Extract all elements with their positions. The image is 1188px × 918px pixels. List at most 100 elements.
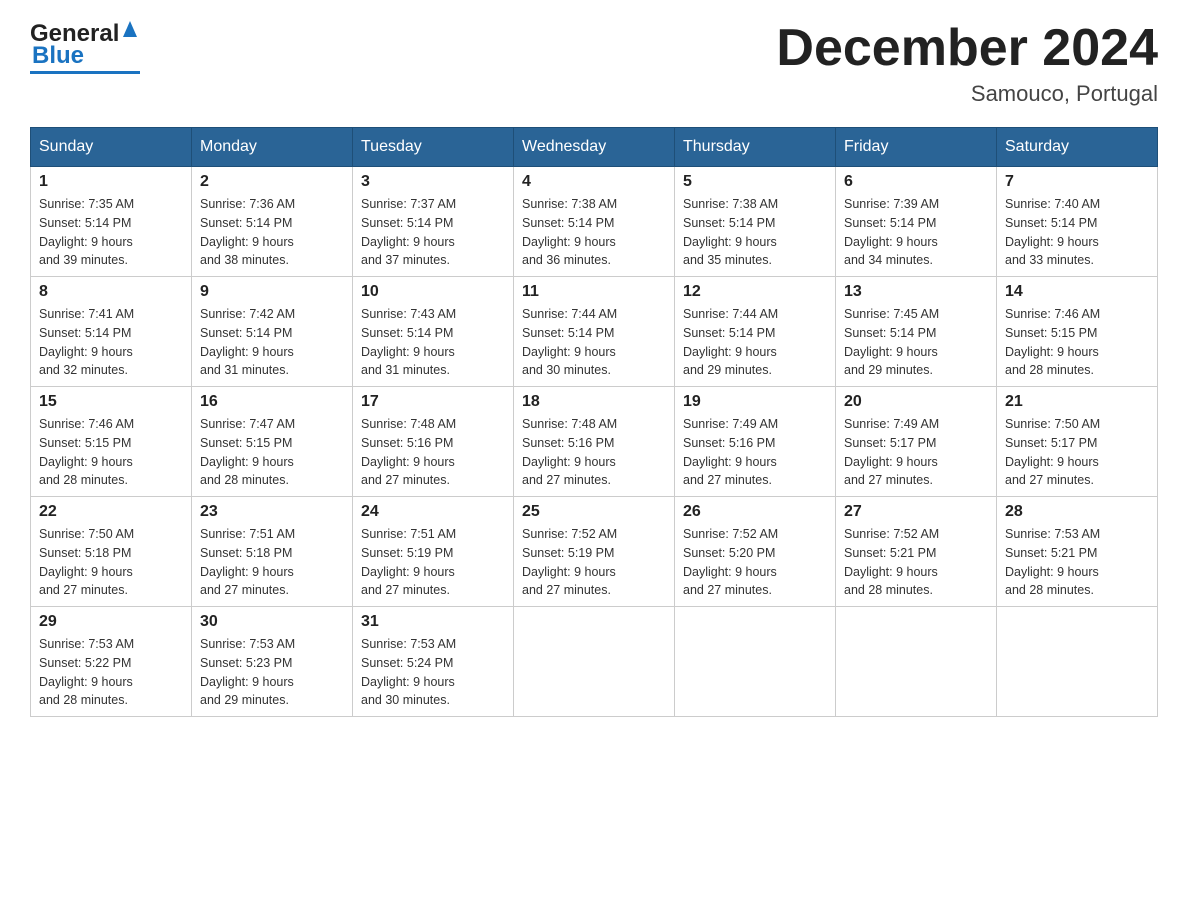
table-row: 21 Sunrise: 7:50 AMSunset: 5:17 PMDaylig… xyxy=(997,387,1158,497)
table-row: 4 Sunrise: 7:38 AMSunset: 5:14 PMDayligh… xyxy=(514,167,675,277)
day-info: Sunrise: 7:39 AMSunset: 5:14 PMDaylight:… xyxy=(844,195,988,270)
title-area: December 2024 Samouco, Portugal xyxy=(776,20,1158,107)
day-info: Sunrise: 7:52 AMSunset: 5:21 PMDaylight:… xyxy=(844,525,988,600)
table-row: 9 Sunrise: 7:42 AMSunset: 5:14 PMDayligh… xyxy=(192,277,353,387)
day-info: Sunrise: 7:40 AMSunset: 5:14 PMDaylight:… xyxy=(1005,195,1149,270)
calendar-week-row: 22 Sunrise: 7:50 AMSunset: 5:18 PMDaylig… xyxy=(31,497,1158,607)
day-info: Sunrise: 7:44 AMSunset: 5:14 PMDaylight:… xyxy=(683,305,827,380)
table-row: 2 Sunrise: 7:36 AMSunset: 5:14 PMDayligh… xyxy=(192,167,353,277)
day-number: 28 xyxy=(1005,503,1149,521)
table-row: 19 Sunrise: 7:49 AMSunset: 5:16 PMDaylig… xyxy=(675,387,836,497)
day-number: 27 xyxy=(844,503,988,521)
table-row: 14 Sunrise: 7:46 AMSunset: 5:15 PMDaylig… xyxy=(997,277,1158,387)
day-number: 9 xyxy=(200,283,344,301)
day-info: Sunrise: 7:53 AMSunset: 5:23 PMDaylight:… xyxy=(200,635,344,710)
col-thursday: Thursday xyxy=(675,128,836,167)
col-friday: Friday xyxy=(836,128,997,167)
table-row xyxy=(675,607,836,717)
table-row: 7 Sunrise: 7:40 AMSunset: 5:14 PMDayligh… xyxy=(997,167,1158,277)
day-number: 29 xyxy=(39,613,183,631)
day-number: 11 xyxy=(522,283,666,301)
table-row: 24 Sunrise: 7:51 AMSunset: 5:19 PMDaylig… xyxy=(353,497,514,607)
day-info: Sunrise: 7:46 AMSunset: 5:15 PMDaylight:… xyxy=(1005,305,1149,380)
calendar-header-row: Sunday Monday Tuesday Wednesday Thursday… xyxy=(31,128,1158,167)
day-info: Sunrise: 7:44 AMSunset: 5:14 PMDaylight:… xyxy=(522,305,666,380)
calendar-table: Sunday Monday Tuesday Wednesday Thursday… xyxy=(30,127,1158,717)
table-row: 27 Sunrise: 7:52 AMSunset: 5:21 PMDaylig… xyxy=(836,497,997,607)
day-number: 2 xyxy=(200,173,344,191)
day-info: Sunrise: 7:53 AMSunset: 5:22 PMDaylight:… xyxy=(39,635,183,710)
table-row xyxy=(836,607,997,717)
day-info: Sunrise: 7:38 AMSunset: 5:14 PMDaylight:… xyxy=(683,195,827,270)
table-row: 28 Sunrise: 7:53 AMSunset: 5:21 PMDaylig… xyxy=(997,497,1158,607)
day-number: 12 xyxy=(683,283,827,301)
table-row: 18 Sunrise: 7:48 AMSunset: 5:16 PMDaylig… xyxy=(514,387,675,497)
month-title: December 2024 xyxy=(776,20,1158,77)
table-row: 25 Sunrise: 7:52 AMSunset: 5:19 PMDaylig… xyxy=(514,497,675,607)
day-info: Sunrise: 7:36 AMSunset: 5:14 PMDaylight:… xyxy=(200,195,344,270)
day-info: Sunrise: 7:49 AMSunset: 5:17 PMDaylight:… xyxy=(844,415,988,490)
day-info: Sunrise: 7:51 AMSunset: 5:18 PMDaylight:… xyxy=(200,525,344,600)
day-info: Sunrise: 7:46 AMSunset: 5:15 PMDaylight:… xyxy=(39,415,183,490)
day-info: Sunrise: 7:51 AMSunset: 5:19 PMDaylight:… xyxy=(361,525,505,600)
day-info: Sunrise: 7:52 AMSunset: 5:19 PMDaylight:… xyxy=(522,525,666,600)
col-tuesday: Tuesday xyxy=(353,128,514,167)
table-row: 22 Sunrise: 7:50 AMSunset: 5:18 PMDaylig… xyxy=(31,497,192,607)
day-info: Sunrise: 7:48 AMSunset: 5:16 PMDaylight:… xyxy=(361,415,505,490)
table-row: 10 Sunrise: 7:43 AMSunset: 5:14 PMDaylig… xyxy=(353,277,514,387)
table-row: 31 Sunrise: 7:53 AMSunset: 5:24 PMDaylig… xyxy=(353,607,514,717)
day-number: 14 xyxy=(1005,283,1149,301)
day-info: Sunrise: 7:47 AMSunset: 5:15 PMDaylight:… xyxy=(200,415,344,490)
day-info: Sunrise: 7:48 AMSunset: 5:16 PMDaylight:… xyxy=(522,415,666,490)
table-row: 1 Sunrise: 7:35 AMSunset: 5:14 PMDayligh… xyxy=(31,167,192,277)
day-number: 24 xyxy=(361,503,505,521)
day-number: 30 xyxy=(200,613,344,631)
page-header: General Blue December 2024 Samouco, Port… xyxy=(30,20,1158,107)
logo: General Blue xyxy=(30,20,140,74)
table-row: 12 Sunrise: 7:44 AMSunset: 5:14 PMDaylig… xyxy=(675,277,836,387)
table-row: 30 Sunrise: 7:53 AMSunset: 5:23 PMDaylig… xyxy=(192,607,353,717)
day-info: Sunrise: 7:52 AMSunset: 5:20 PMDaylight:… xyxy=(683,525,827,600)
logo-underline xyxy=(30,71,140,74)
location-subtitle: Samouco, Portugal xyxy=(776,81,1158,107)
logo-triangle-icon xyxy=(121,19,139,46)
table-row: 20 Sunrise: 7:49 AMSunset: 5:17 PMDaylig… xyxy=(836,387,997,497)
table-row: 16 Sunrise: 7:47 AMSunset: 5:15 PMDaylig… xyxy=(192,387,353,497)
day-number: 8 xyxy=(39,283,183,301)
day-info: Sunrise: 7:42 AMSunset: 5:14 PMDaylight:… xyxy=(200,305,344,380)
calendar-week-row: 29 Sunrise: 7:53 AMSunset: 5:22 PMDaylig… xyxy=(31,607,1158,717)
day-number: 18 xyxy=(522,393,666,411)
table-row: 3 Sunrise: 7:37 AMSunset: 5:14 PMDayligh… xyxy=(353,167,514,277)
calendar-week-row: 15 Sunrise: 7:46 AMSunset: 5:15 PMDaylig… xyxy=(31,387,1158,497)
day-info: Sunrise: 7:38 AMSunset: 5:14 PMDaylight:… xyxy=(522,195,666,270)
day-info: Sunrise: 7:45 AMSunset: 5:14 PMDaylight:… xyxy=(844,305,988,380)
day-number: 31 xyxy=(361,613,505,631)
day-number: 19 xyxy=(683,393,827,411)
col-sunday: Sunday xyxy=(31,128,192,167)
day-number: 21 xyxy=(1005,393,1149,411)
day-info: Sunrise: 7:35 AMSunset: 5:14 PMDaylight:… xyxy=(39,195,183,270)
day-info: Sunrise: 7:53 AMSunset: 5:21 PMDaylight:… xyxy=(1005,525,1149,600)
table-row xyxy=(514,607,675,717)
table-row: 17 Sunrise: 7:48 AMSunset: 5:16 PMDaylig… xyxy=(353,387,514,497)
day-info: Sunrise: 7:37 AMSunset: 5:14 PMDaylight:… xyxy=(361,195,505,270)
day-number: 3 xyxy=(361,173,505,191)
day-number: 5 xyxy=(683,173,827,191)
day-number: 13 xyxy=(844,283,988,301)
day-info: Sunrise: 7:53 AMSunset: 5:24 PMDaylight:… xyxy=(361,635,505,710)
calendar-week-row: 8 Sunrise: 7:41 AMSunset: 5:14 PMDayligh… xyxy=(31,277,1158,387)
col-monday: Monday xyxy=(192,128,353,167)
col-wednesday: Wednesday xyxy=(514,128,675,167)
day-number: 7 xyxy=(1005,173,1149,191)
table-row: 11 Sunrise: 7:44 AMSunset: 5:14 PMDaylig… xyxy=(514,277,675,387)
table-row: 13 Sunrise: 7:45 AMSunset: 5:14 PMDaylig… xyxy=(836,277,997,387)
day-number: 6 xyxy=(844,173,988,191)
day-number: 16 xyxy=(200,393,344,411)
col-saturday: Saturday xyxy=(997,128,1158,167)
day-info: Sunrise: 7:49 AMSunset: 5:16 PMDaylight:… xyxy=(683,415,827,490)
day-info: Sunrise: 7:50 AMSunset: 5:17 PMDaylight:… xyxy=(1005,415,1149,490)
table-row xyxy=(997,607,1158,717)
table-row: 5 Sunrise: 7:38 AMSunset: 5:14 PMDayligh… xyxy=(675,167,836,277)
table-row: 6 Sunrise: 7:39 AMSunset: 5:14 PMDayligh… xyxy=(836,167,997,277)
day-number: 23 xyxy=(200,503,344,521)
